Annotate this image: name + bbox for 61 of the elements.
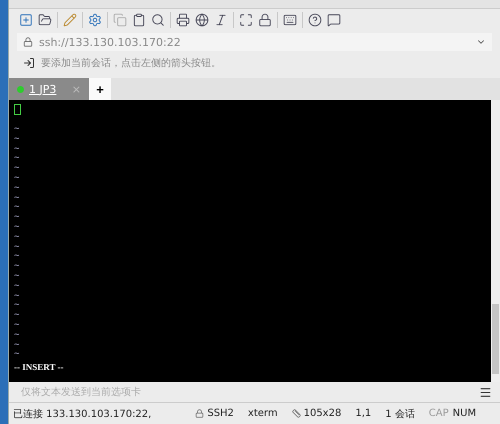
new-tab-button[interactable]: + (89, 78, 111, 100)
size-icon (292, 409, 301, 418)
tilde-line: ~ (14, 340, 20, 350)
folder-icon[interactable] (38, 13, 52, 27)
session-count: 1 会话 (385, 408, 415, 420)
tilde-line: ~ (14, 350, 20, 360)
settings-icon[interactable] (88, 13, 102, 27)
paste-icon[interactable] (132, 13, 146, 27)
connection-status: 已连接 133.130.103.170:22, (13, 408, 152, 420)
tilde-line: ~ (14, 164, 20, 174)
tilde-line: ~ (14, 292, 20, 302)
tilde-line: ~ (14, 222, 20, 233)
tilde-line: ~ (14, 282, 20, 292)
tilde-line: ~ (14, 330, 20, 341)
protocol-label: SSH2 (207, 408, 234, 419)
caps-lock-indicator: CAP (428, 408, 449, 419)
lock-icon[interactable] (258, 13, 272, 27)
chat-icon[interactable] (327, 13, 341, 27)
keyboard-icon[interactable] (283, 13, 297, 27)
tilde-line: ~ (14, 144, 20, 154)
tilde-line: ~ (14, 134, 20, 145)
tilde-line: ~ (14, 301, 20, 312)
tilde-line: ~ (14, 184, 20, 194)
tilde-line: ~ (14, 232, 20, 243)
scrollbar[interactable] (491, 100, 500, 382)
address-field[interactable]: ssh://133.130.103.170:22 (17, 33, 492, 51)
printer-icon[interactable] (176, 13, 190, 27)
terminal-size: 105x28 (304, 408, 342, 419)
terminal-screen[interactable]: ~ ~ ~ ~ ~ ~ ~ ~ ~ ~ ~ ~ ~ ~ ~ ~ ~ ~ ~ ~ ~ ~ ~ ~ -- INSERT -- (9, 100, 500, 382)
lock-icon (23, 37, 33, 47)
mode-line: -- INSERT -- (14, 362, 65, 372)
tilde-line: ~ (14, 252, 20, 262)
num-lock-indicator: NUM (452, 408, 476, 419)
cursor-position: 1,1 (355, 408, 372, 419)
globe-icon[interactable] (195, 13, 209, 27)
lock-icon (195, 409, 204, 418)
tilde-line: ~ (14, 272, 20, 282)
arrow-icon[interactable] (23, 57, 35, 69)
search-icon[interactable] (151, 13, 165, 27)
tilde-line: ~ (14, 242, 20, 252)
tilde-line: ~ (14, 125, 20, 135)
tilde-line: ~ (14, 320, 20, 331)
tilde-line: ~ (14, 194, 20, 204)
send-text-field[interactable]: 仅将文本发送到当前选项卡 (21, 385, 141, 399)
tilde-line: ~ (14, 154, 20, 164)
session-tab[interactable]: 1 JP3 × (9, 78, 89, 100)
tilde-line: ~ (14, 262, 20, 272)
font-icon[interactable] (214, 13, 228, 27)
close-tab-button[interactable]: × (72, 82, 81, 96)
session-hint: 要添加当前会话，点击左侧的箭头按钮。 (41, 56, 221, 70)
tilde-line: ~ (14, 174, 20, 184)
tilde-line: ~ (14, 311, 20, 321)
fullscreen-icon[interactable] (239, 13, 253, 27)
pencil-icon[interactable] (63, 13, 77, 27)
tab-label: 1 JP3 (29, 82, 56, 96)
tilde-line: ~ (14, 213, 20, 223)
terminal-type: xterm (248, 408, 278, 419)
new-session-icon[interactable] (19, 13, 33, 27)
menu-icon[interactable] (479, 386, 492, 398)
help-icon[interactable] (308, 13, 322, 27)
tilde-line: ~ (14, 203, 20, 214)
